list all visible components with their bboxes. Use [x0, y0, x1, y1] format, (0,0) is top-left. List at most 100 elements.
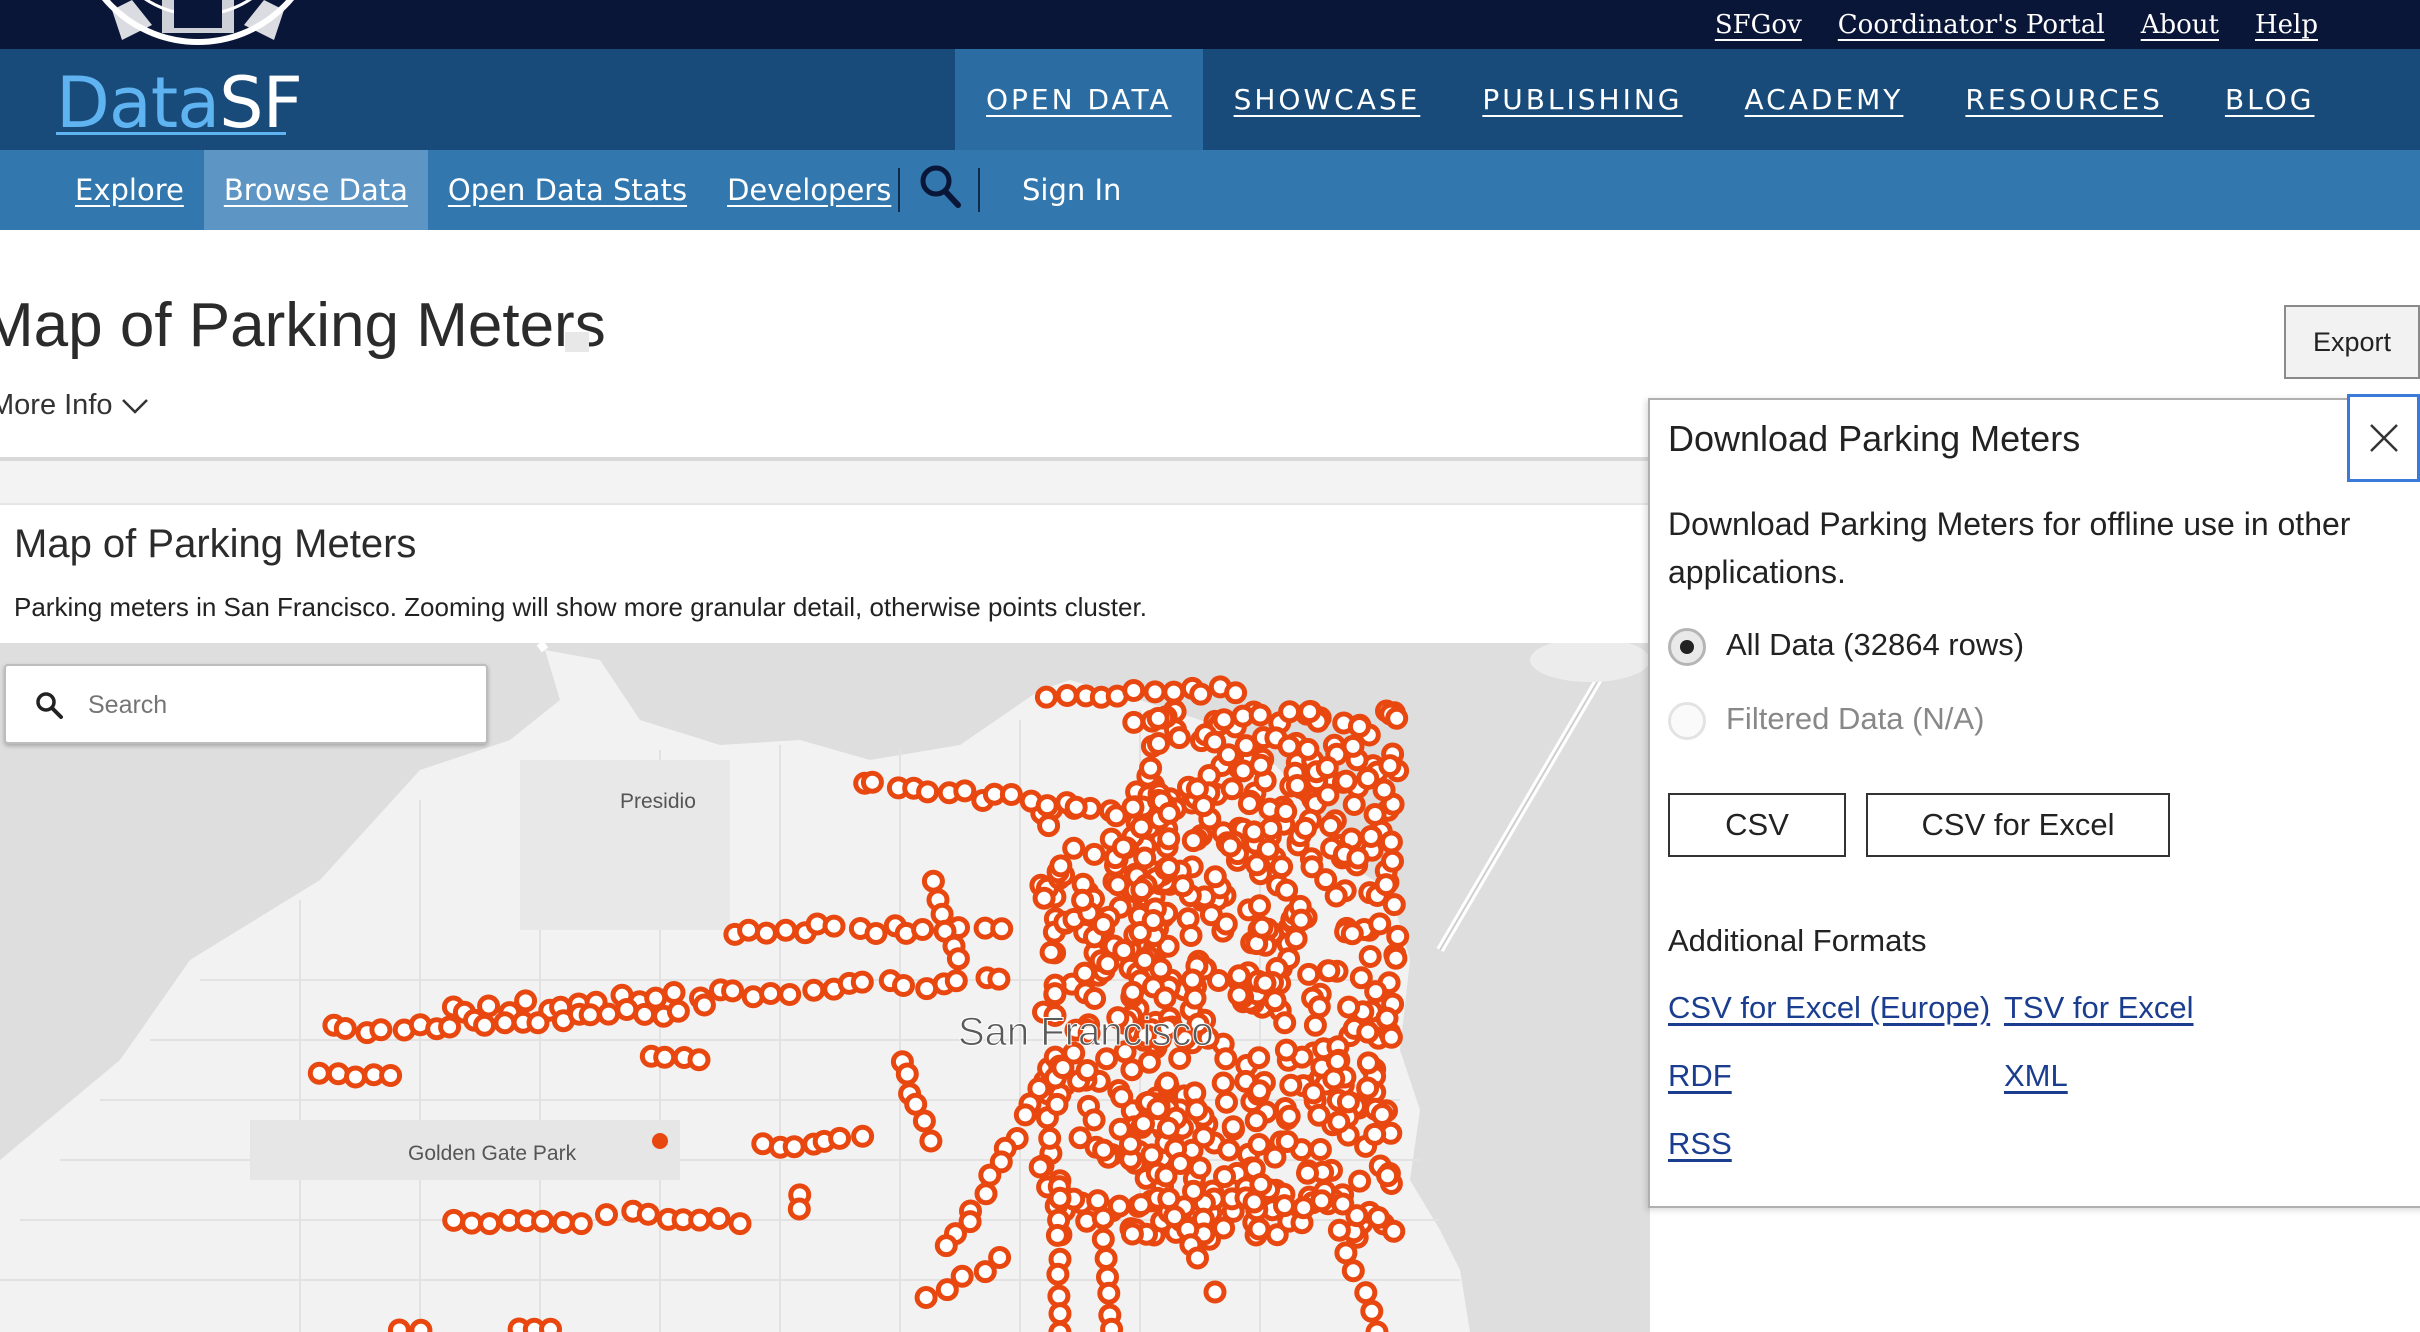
parking-meter-marker[interactable]	[1183, 986, 1207, 1010]
parking-meter-marker[interactable]	[1167, 726, 1191, 750]
parking-meter-marker[interactable]	[1046, 1262, 1070, 1286]
parking-meter-marker[interactable]	[892, 974, 915, 997]
parking-meter-marker[interactable]	[944, 969, 968, 993]
radio-filtered-data[interactable]	[1668, 702, 1706, 740]
parking-meter-marker[interactable]	[1104, 804, 1128, 828]
parking-meter-marker[interactable]	[1386, 924, 1410, 948]
parking-meter-marker[interactable]	[1137, 1050, 1161, 1074]
format-link-xml[interactable]: XML	[2004, 1058, 2068, 1094]
parking-meter-marker[interactable]	[1064, 795, 1088, 819]
parking-meter-marker[interactable]	[1348, 1169, 1372, 1193]
parking-meter-marker[interactable]	[1203, 865, 1227, 889]
parking-meter-marker[interactable]	[597, 1002, 621, 1026]
parking-meter-marker[interactable]	[1129, 815, 1153, 839]
parking-meter-marker[interactable]	[1346, 846, 1370, 870]
parking-meter-marker[interactable]	[1221, 1115, 1245, 1139]
parking-meter-marker[interactable]	[1032, 886, 1056, 910]
parking-meter-marker[interactable]	[1284, 927, 1308, 951]
parking-meter-marker[interactable]	[1224, 681, 1248, 705]
parking-meter-marker[interactable]	[864, 922, 888, 945]
parking-meter-marker[interactable]	[1368, 912, 1392, 936]
parking-meter-marker[interactable]	[1048, 1302, 1072, 1326]
parking-meter-marker[interactable]	[921, 869, 945, 893]
top-link-help[interactable]: Help	[2255, 10, 2318, 40]
parking-meter-marker[interactable]	[1013, 1103, 1037, 1127]
parking-meter-marker[interactable]	[1146, 1097, 1170, 1121]
sign-in-link[interactable]: Sign In	[1022, 150, 1121, 230]
parking-meter-marker[interactable]	[1111, 835, 1135, 859]
parking-meter-marker[interactable]	[1211, 1071, 1235, 1095]
parking-meter-marker[interactable]	[1366, 1206, 1390, 1229]
csv-for-excel-button[interactable]: CSV for Excel	[1866, 793, 2170, 857]
parking-meter-marker[interactable]	[1153, 986, 1177, 1010]
parking-meter-marker[interactable]	[919, 1129, 943, 1153]
parking-meter-marker[interactable]	[1298, 700, 1322, 724]
parking-meter-marker[interactable]	[1062, 836, 1086, 860]
close-button[interactable]	[2347, 394, 2420, 482]
parking-meter-marker[interactable]	[1263, 989, 1287, 1013]
parking-meter-marker[interactable]	[1289, 908, 1313, 932]
parking-meter-marker[interactable]	[1038, 1126, 1062, 1150]
parking-meter-marker[interactable]	[782, 1135, 806, 1159]
parking-meter-marker[interactable]	[1214, 912, 1238, 936]
parking-meter-marker[interactable]	[692, 993, 716, 1017]
parking-meter-marker[interactable]	[1055, 684, 1079, 707]
parking-meter-marker[interactable]	[778, 983, 802, 1006]
parking-meter-marker[interactable]	[1307, 995, 1331, 1019]
parking-meter-marker[interactable]	[1207, 969, 1230, 992]
parking-meter-marker[interactable]	[1341, 1259, 1365, 1283]
parking-meter-marker[interactable]	[1349, 966, 1373, 990]
parking-meter-marker[interactable]	[1048, 1186, 1072, 1210]
export-button[interactable]: Export	[2284, 305, 2420, 379]
parking-meter-marker[interactable]	[1234, 734, 1258, 758]
parking-meter-marker[interactable]	[1122, 679, 1146, 702]
csv-download-button[interactable]: CSV	[1668, 793, 1846, 857]
parking-meter-marker[interactable]	[1382, 1219, 1406, 1243]
parking-meter-marker[interactable]	[1157, 801, 1181, 825]
parking-meter-marker[interactable]	[1133, 948, 1157, 972]
parking-meter-marker[interactable]	[1327, 1218, 1351, 1242]
parking-meter-marker[interactable]	[1363, 803, 1387, 826]
parking-meter-marker[interactable]	[1296, 737, 1320, 761]
parking-meter-marker[interactable]	[1130, 878, 1154, 902]
parking-meter-marker[interactable]	[1275, 878, 1299, 902]
parking-meter-marker[interactable]	[1215, 1090, 1238, 1114]
parking-meter-marker[interactable]	[1091, 913, 1115, 936]
parking-meter-marker[interactable]	[1082, 1108, 1106, 1132]
parking-meter-marker[interactable]	[1139, 756, 1163, 780]
parking-meter-marker[interactable]	[728, 1212, 752, 1236]
parking-meter-marker[interactable]	[774, 918, 798, 942]
parking-meter-marker[interactable]	[1188, 1156, 1212, 1180]
parking-meter-marker[interactable]	[473, 1013, 497, 1037]
parking-meter-marker[interactable]	[662, 981, 686, 1004]
parking-meter-marker[interactable]	[652, 1133, 668, 1149]
parking-meter-marker[interactable]	[1308, 1138, 1332, 1161]
parking-meter-marker[interactable]	[1358, 945, 1382, 968]
parking-meter-marker[interactable]	[1082, 842, 1106, 866]
parking-meter-marker[interactable]	[737, 918, 761, 942]
parking-meter-marker[interactable]	[1092, 1138, 1116, 1162]
parking-meter-marker[interactable]	[1279, 1073, 1303, 1097]
parking-meter-marker[interactable]	[1277, 734, 1301, 758]
parking-meter-marker[interactable]	[1045, 1223, 1069, 1247]
parking-meter-marker[interactable]	[1376, 1164, 1400, 1188]
parking-meter-marker[interactable]	[1096, 952, 1120, 976]
parking-meter-marker[interactable]	[860, 770, 884, 794]
parking-meter-marker[interactable]	[1237, 792, 1261, 816]
parking-meter-marker[interactable]	[946, 947, 970, 971]
parking-meter-marker[interactable]	[666, 999, 690, 1023]
parking-meter-marker[interactable]	[1274, 1038, 1298, 1062]
parking-meter-marker[interactable]	[978, 1163, 1002, 1187]
parking-meter-marker[interactable]	[578, 1003, 602, 1027]
parking-meter-marker[interactable]	[1300, 855, 1324, 879]
format-link-tsv-excel[interactable]: TSV for Excel	[2004, 990, 2194, 1026]
parking-meter-marker[interactable]	[1270, 855, 1294, 879]
parking-meter-marker[interactable]	[615, 998, 639, 1021]
parking-meter-marker[interactable]	[1249, 753, 1273, 777]
parking-meter-marker[interactable]	[1359, 825, 1383, 848]
parking-meter-marker[interactable]	[653, 1045, 677, 1069]
parking-meter-marker[interactable]	[1048, 1320, 1072, 1332]
parking-meter-marker[interactable]	[1154, 1164, 1178, 1188]
parking-meter-marker[interactable]	[1253, 971, 1277, 995]
parking-meter-marker[interactable]	[912, 1109, 936, 1133]
